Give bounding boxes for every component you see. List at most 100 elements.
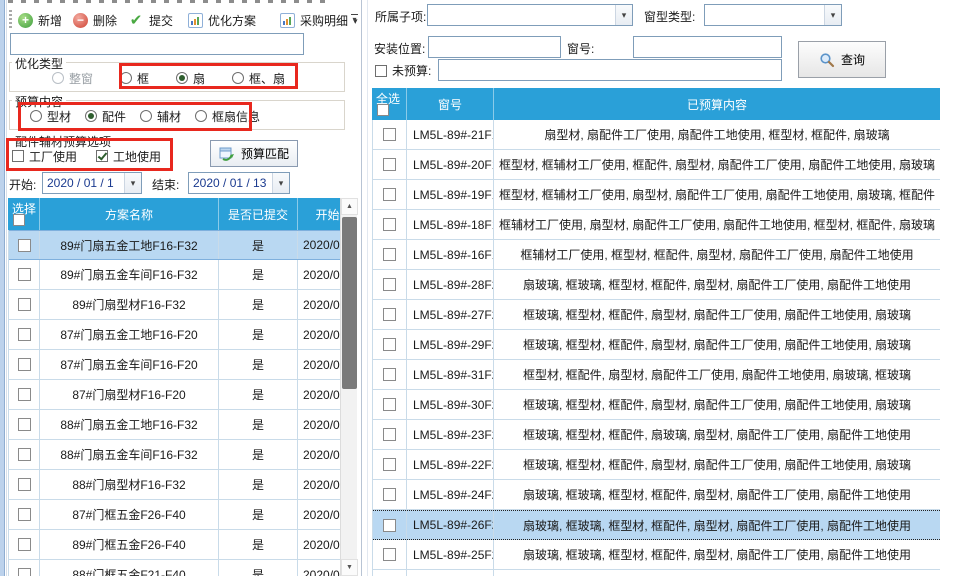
- budget-table-row[interactable]: LM5L-89#-29F27 框玻璃, 框型材, 框配件, 扇型材, 扇配件工厂…: [373, 330, 940, 360]
- row-select-cell[interactable]: [9, 320, 40, 349]
- row-checkbox[interactable]: [383, 278, 396, 291]
- row-checkbox[interactable]: [383, 428, 396, 441]
- delete-button[interactable]: 删除: [69, 8, 121, 32]
- row-select-cell[interactable]: [373, 330, 407, 359]
- row-checkbox[interactable]: [383, 548, 396, 561]
- budget-table-row[interactable]: LM5L-89#-28F26 扇玻璃, 框玻璃, 框型材, 框配件, 扇型材, …: [373, 270, 940, 300]
- plan-table-row[interactable]: 88#门扇五金车间F16-F32 是 2020/0: [9, 440, 357, 470]
- budget-table-row[interactable]: LM5L-89#-30F28 框玻璃, 框型材, 框配件, 扇型材, 扇配件工厂…: [373, 390, 940, 420]
- row-select-cell[interactable]: [9, 500, 40, 529]
- row-checkbox[interactable]: [18, 239, 31, 252]
- row-select-cell[interactable]: [373, 511, 407, 539]
- submitted-header[interactable]: 是否已提交: [219, 198, 298, 230]
- row-select-cell[interactable]: [373, 270, 407, 299]
- row-select-cell[interactable]: [373, 120, 407, 149]
- checkbox-option[interactable]: 工地使用: [96, 148, 161, 165]
- row-checkbox[interactable]: [383, 128, 396, 141]
- radio-option[interactable]: 配件: [85, 108, 126, 125]
- row-checkbox[interactable]: [383, 158, 396, 171]
- row-checkbox[interactable]: [18, 478, 31, 491]
- radio-option[interactable]: 框: [120, 70, 149, 87]
- scroll-down-button[interactable]: [341, 559, 358, 576]
- radio-option[interactable]: 辅材: [140, 108, 181, 125]
- no-budget-option[interactable]: 未预算:: [375, 62, 431, 79]
- row-checkbox[interactable]: [383, 218, 396, 231]
- row-checkbox[interactable]: [383, 368, 396, 381]
- row-checkbox[interactable]: [383, 308, 396, 321]
- budget-table-row[interactable]: LM5L-89#-23F21 框玻璃, 框型材, 框配件, 扇玻璃, 扇型材, …: [373, 420, 940, 450]
- plan-table-row[interactable]: 87#门扇型材F16-F20 是 2020/0: [9, 380, 357, 410]
- scrollbar-thumb[interactable]: [342, 217, 357, 389]
- toolbar-grip[interactable]: [9, 10, 12, 29]
- row-checkbox[interactable]: [383, 488, 396, 501]
- row-select-cell[interactable]: [373, 210, 407, 239]
- row-checkbox[interactable]: [18, 448, 31, 461]
- add-button[interactable]: 新增: [14, 8, 66, 32]
- plan-name-header[interactable]: 方案名称: [40, 198, 219, 230]
- row-checkbox[interactable]: [18, 268, 31, 281]
- query-button[interactable]: 查询: [798, 41, 886, 78]
- plan-table-row[interactable]: 89#门扇五金工地F16-F32 是 2020/0: [9, 230, 357, 260]
- toolbar-overflow-button[interactable]: [348, 10, 361, 31]
- window-no-input[interactable]: [633, 36, 782, 58]
- budget-table-row[interactable]: LM5L-89#-16F15 框辅材工厂使用, 框型材, 框配件, 扇型材, 扇…: [373, 240, 940, 270]
- no-budget-checkbox[interactable]: [375, 65, 387, 77]
- row-select-cell[interactable]: [373, 180, 407, 209]
- row-checkbox[interactable]: [18, 538, 31, 551]
- row-select-cell[interactable]: [373, 240, 407, 269]
- row-checkbox[interactable]: [18, 328, 31, 341]
- budget-table-row[interactable]: LM5L-89#-31F29 框型材, 框配件, 扇型材, 扇配件工厂使用, 扇…: [373, 360, 940, 390]
- row-checkbox[interactable]: [383, 519, 396, 532]
- select-all-checkbox[interactable]: [377, 104, 389, 116]
- sub-item-dropdown[interactable]: [427, 4, 633, 26]
- plan-table-row[interactable]: 89#门框五金F26-F40 是 2020/0: [9, 530, 357, 560]
- window-no-header[interactable]: 窗号: [407, 88, 494, 120]
- row-select-cell[interactable]: [9, 260, 40, 289]
- row-select-cell[interactable]: [373, 450, 407, 479]
- budget-table-row[interactable]: LM5L-89#-21F19 扇型材, 扇配件工厂使用, 扇配件工地使用, 框型…: [373, 120, 940, 150]
- row-checkbox[interactable]: [18, 418, 31, 431]
- select-all-checkbox[interactable]: [13, 214, 25, 226]
- row-checkbox[interactable]: [383, 188, 396, 201]
- chevron-down-icon[interactable]: [124, 173, 141, 193]
- row-select-cell[interactable]: [9, 350, 40, 379]
- install-pos-input[interactable]: [428, 36, 561, 58]
- row-select-cell[interactable]: [9, 231, 40, 259]
- row-select-cell[interactable]: [373, 360, 407, 389]
- row-select-cell[interactable]: [373, 150, 407, 179]
- left-splitter-bar[interactable]: [0, 0, 5, 576]
- budget-match-button[interactable]: 预算匹配: [210, 140, 298, 167]
- plan-table-row[interactable]: 87#门扇五金车间F16-F20 是 2020/0: [9, 350, 357, 380]
- row-select-cell[interactable]: [9, 560, 40, 576]
- row-select-cell[interactable]: [373, 300, 407, 329]
- select-all-header[interactable]: 全选: [373, 88, 407, 120]
- row-select-cell[interactable]: [9, 410, 40, 439]
- plan-table-row[interactable]: 88#门扇型材F16-F32 是 2020/0: [9, 470, 357, 500]
- plan-filter-input[interactable]: [10, 33, 304, 55]
- radio-option[interactable]: 扇: [176, 70, 205, 87]
- row-checkbox[interactable]: [383, 248, 396, 261]
- plan-table-row[interactable]: 88#门框五金F21-F40 是 2020/0: [9, 560, 357, 576]
- plan-table-row[interactable]: 89#门扇型材F16-F32 是 2020/0: [9, 290, 357, 320]
- budget-table-row[interactable]: LM5L-89#-20F18 框型材, 框辅材工厂使用, 框配件, 扇型材, 扇…: [373, 150, 940, 180]
- optimize-plan-button[interactable]: 优化方案: [184, 8, 260, 32]
- row-checkbox[interactable]: [18, 358, 31, 371]
- chevron-down-icon[interactable]: [824, 5, 841, 25]
- budget-table-row[interactable]: LM5L-89#-22F20 框玻璃, 框型材, 框配件, 扇型材, 扇配件工厂…: [373, 450, 940, 480]
- select-column-header[interactable]: 选择: [9, 198, 40, 230]
- row-checkbox[interactable]: [18, 298, 31, 311]
- row-checkbox[interactable]: [18, 388, 31, 401]
- budget-content-header[interactable]: 已预算内容: [494, 88, 941, 120]
- budget-table-row[interactable]: LM5L-89#-25F23 扇玻璃, 框玻璃, 框型材, 框配件, 扇型材, …: [373, 540, 940, 570]
- plan-table-row[interactable]: 89#门扇五金车间F16-F32 是 2020/0: [9, 260, 357, 290]
- budget-table-row[interactable]: LM5L-89#-27F25 框玻璃, 框型材, 框配件, 扇型材, 扇配件工厂…: [373, 300, 940, 330]
- row-select-cell[interactable]: [373, 420, 407, 449]
- scroll-up-button[interactable]: [341, 198, 358, 215]
- window-type-dropdown[interactable]: [704, 4, 842, 26]
- row-select-cell[interactable]: [9, 470, 40, 499]
- plan-table-row[interactable]: 87#门扇五金工地F16-F20 是 2020/0: [9, 320, 357, 350]
- radio-option[interactable]: 框、扇: [232, 70, 285, 87]
- budget-table-row[interactable]: LM5L-89#-18F16 框辅材工厂使用, 扇型材, 扇配件工厂使用, 扇配…: [373, 210, 940, 240]
- row-select-cell[interactable]: [373, 540, 407, 569]
- start-date-picker[interactable]: 2020 / 01 / 1: [42, 172, 142, 194]
